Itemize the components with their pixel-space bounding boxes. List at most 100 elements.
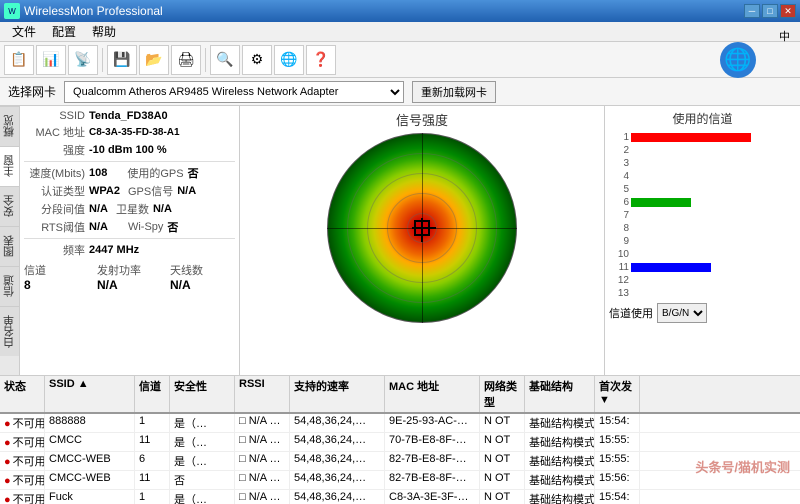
channel-row: 11 bbox=[609, 261, 796, 273]
th-status[interactable]: 状态 bbox=[0, 376, 45, 412]
wispy-label: Wi-Spy bbox=[128, 221, 163, 233]
table-cell: □ N/A … bbox=[235, 414, 290, 432]
table-row[interactable]: ●不可用Fuck1是（…□ N/A …54,48,36,24,…C8-3A-3E… bbox=[0, 490, 800, 504]
toolbar-btn-5[interactable]: 📂 bbox=[139, 45, 169, 75]
table-cell: 基础结构模式 bbox=[525, 433, 595, 451]
th-infra[interactable]: 基础结构 bbox=[525, 376, 595, 412]
zh-corner-label: 中 bbox=[779, 28, 790, 44]
th-ssid[interactable]: SSID ▲ bbox=[45, 376, 135, 412]
freq-value: 2447 MHz bbox=[89, 244, 139, 256]
sat-label: 卫星数 bbox=[116, 201, 149, 217]
sidebar-tab-channel[interactable]: 信道 bbox=[0, 266, 19, 306]
table-cell: ●不可用 bbox=[0, 414, 45, 432]
table-cell: 54,48,36,24,… bbox=[290, 433, 385, 451]
ssid-value: Tenda_FD38A0 bbox=[89, 110, 168, 122]
toolbar-btn-3[interactable]: 📡 bbox=[68, 45, 98, 75]
toolbar-btn-6[interactable]: 🖨 bbox=[171, 45, 201, 75]
table-cell: N OT bbox=[480, 414, 525, 432]
freq-label: 频率 bbox=[24, 242, 89, 258]
channel-label: 信道 bbox=[24, 262, 89, 278]
menu-file[interactable]: 文件 bbox=[4, 21, 44, 42]
menu-config[interactable]: 配置 bbox=[44, 21, 84, 42]
th-channel[interactable]: 信道 bbox=[135, 376, 170, 412]
table-cell: 15:55: bbox=[595, 433, 640, 451]
table-cell: 是（… bbox=[170, 433, 235, 451]
th-security[interactable]: 安全性 bbox=[170, 376, 235, 412]
wispy-value: 否 bbox=[167, 219, 178, 235]
table-row[interactable]: ●不可用CMCC11是（…□ N/A …54,48,36,24,…70-7B-E… bbox=[0, 433, 800, 452]
toolbar-separator-2 bbox=[205, 48, 206, 72]
signal-title: 信号强度 bbox=[396, 110, 448, 129]
nic-select[interactable]: Qualcomm Atheros AR9485 Wireless Network… bbox=[64, 81, 404, 103]
table-cell: Fuck bbox=[45, 490, 135, 504]
table-cell: 54,48,36,24,… bbox=[290, 490, 385, 504]
table-cell: N OT bbox=[480, 490, 525, 504]
rts-label: RTS阈值 bbox=[24, 219, 89, 235]
table-cell: 54,48,36,24,… bbox=[290, 471, 385, 489]
toolbar-btn-7[interactable]: 🔍 bbox=[210, 45, 240, 75]
toolbar-btn-9[interactable]: 🌐 bbox=[274, 45, 304, 75]
toolbar-btn-8[interactable]: ⚙ bbox=[242, 45, 272, 75]
channel-row: 2 bbox=[609, 144, 796, 156]
th-nettype[interactable]: 网络类型 bbox=[480, 376, 525, 412]
channel-panel: 使用的信道 12345678910111213 信道使用 B/G/N bbox=[605, 106, 800, 375]
table-row[interactable]: ●不可用CMCC-WEB6是（…□ N/A …54,48,36,24,…82-7… bbox=[0, 452, 800, 471]
table-cell: ●不可用 bbox=[0, 490, 45, 504]
sidebar-tab-chart[interactable]: 图表 bbox=[0, 226, 19, 266]
table-cell: 54,48,36,24,… bbox=[290, 452, 385, 470]
table-cell: □ N/A … bbox=[235, 452, 290, 470]
table-cell: 是（… bbox=[170, 414, 235, 432]
table-cell: □ N/A … bbox=[235, 433, 290, 451]
table-cell: 11 bbox=[135, 471, 170, 489]
table-cell: 基础结构模式 bbox=[525, 471, 595, 489]
window-title: WirelessMon Professional bbox=[24, 4, 163, 18]
table-cell: ●不可用 bbox=[0, 471, 45, 489]
toolbar-btn-1[interactable]: 📋 bbox=[4, 45, 34, 75]
partition-label: 分段间值 bbox=[24, 201, 89, 217]
table-cell: 基础结构模式 bbox=[525, 414, 595, 432]
table-row[interactable]: ●不可用CMCC-WEB11否□ N/A …54,48,36,24,…82-7B… bbox=[0, 471, 800, 490]
sidebar-tab-main[interactable]: 主窗 bbox=[0, 146, 19, 186]
table-cell: 1 bbox=[135, 414, 170, 432]
sidebar-tab-security[interactable]: 安全 bbox=[0, 186, 19, 226]
gps-num-value: N/A bbox=[177, 185, 196, 197]
toolbar-btn-4[interactable]: 💾 bbox=[107, 45, 137, 75]
maximize-button[interactable]: □ bbox=[762, 4, 778, 18]
title-bar: W WirelessMon Professional ─ □ ✕ bbox=[0, 0, 800, 22]
toolbar-btn-10[interactable]: ❓ bbox=[306, 45, 336, 75]
gps-label: 使用的GPS bbox=[127, 165, 183, 181]
table-cell: 54,48,36,24,… bbox=[290, 414, 385, 432]
radar-target bbox=[414, 220, 430, 236]
channel-bar bbox=[631, 133, 751, 142]
watermark: 头条号/猫机实测 bbox=[695, 457, 790, 476]
signal-area: 信号强度 bbox=[240, 106, 605, 375]
th-mac[interactable]: MAC 地址 bbox=[385, 376, 480, 412]
menu-help[interactable]: 帮助 bbox=[84, 21, 124, 42]
th-rates[interactable]: 支持的速率 bbox=[290, 376, 385, 412]
menu-bar: 文件 配置 帮助 bbox=[0, 22, 800, 42]
close-button[interactable]: ✕ bbox=[780, 4, 796, 18]
sidebar-tab-overview[interactable]: 概览 bbox=[0, 106, 19, 146]
info-panel: SSID Tenda_FD38A0 MAC 地址 C8-3A-35-FD-38-… bbox=[20, 106, 240, 375]
th-first[interactable]: 首次发▼ bbox=[595, 376, 640, 412]
channel-bars: 12345678910111213 bbox=[609, 131, 796, 299]
table-cell: □ N/A … bbox=[235, 471, 290, 489]
reload-nic-button[interactable]: 重新加载网卡 bbox=[412, 81, 496, 103]
toolbar-btn-2[interactable]: 📊 bbox=[36, 45, 66, 75]
table-cell: □ N/A … bbox=[235, 490, 290, 504]
gps-num-label: GPS信号 bbox=[128, 183, 173, 199]
channel-mode-select[interactable]: B/G/N bbox=[657, 303, 707, 323]
table-cell: 6 bbox=[135, 452, 170, 470]
table-cell: 是（… bbox=[170, 452, 235, 470]
table-cell: N OT bbox=[480, 433, 525, 451]
table-row[interactable]: ●不可用8888881是（…□ N/A …54,48,36,24,…9E-25-… bbox=[0, 414, 800, 433]
sidebar-tab-whitelist[interactable]: 白名单 bbox=[0, 306, 19, 356]
channel-row: 7 bbox=[609, 209, 796, 221]
table-cell: 15:55: bbox=[595, 452, 640, 470]
channel-row: 6 bbox=[609, 196, 796, 208]
table-cell: 否 bbox=[170, 471, 235, 489]
th-rssi[interactable]: RSSI bbox=[235, 376, 290, 412]
minimize-button[interactable]: ─ bbox=[744, 4, 760, 18]
sat-value: N/A bbox=[153, 203, 172, 215]
table-cell: 9E-25-93-AC-… bbox=[385, 414, 480, 432]
